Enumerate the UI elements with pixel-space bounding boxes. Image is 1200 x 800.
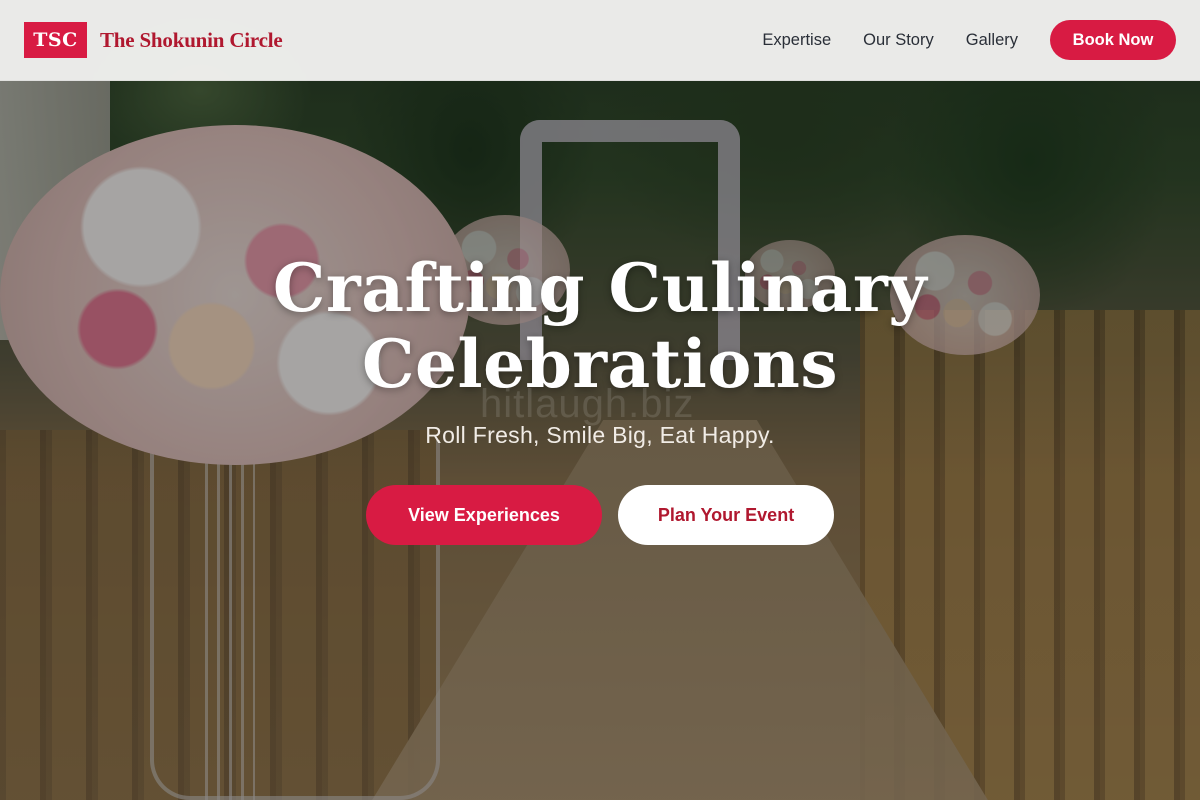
plan-your-event-button[interactable]: Plan Your Event bbox=[618, 485, 834, 545]
nav-link-our-story[interactable]: Our Story bbox=[863, 31, 934, 50]
nav-link-expertise[interactable]: Expertise bbox=[762, 31, 831, 50]
hero-title: Crafting Culinary Celebrations bbox=[272, 249, 928, 403]
hero-content: hitlaugh.biz Crafting Culinary Celebrati… bbox=[0, 250, 1200, 545]
hero-actions: View Experiences Plan Your Event bbox=[366, 485, 834, 545]
brand-logo: TSC bbox=[24, 22, 87, 58]
brand-name: The Shokunin Circle bbox=[100, 27, 283, 52]
brand-home-link[interactable]: TSC The Shokunin Circle bbox=[24, 22, 283, 58]
main-nav: Expertise Our Story Gallery Book Now bbox=[762, 20, 1176, 60]
book-now-button[interactable]: Book Now bbox=[1050, 20, 1176, 60]
nav-link-gallery[interactable]: Gallery bbox=[966, 31, 1018, 50]
site-header: TSC The Shokunin Circle Expertise Our St… bbox=[0, 0, 1200, 81]
hero-subtitle: Roll Fresh, Smile Big, Eat Happy. bbox=[425, 422, 775, 448]
view-experiences-button[interactable]: View Experiences bbox=[366, 485, 602, 545]
